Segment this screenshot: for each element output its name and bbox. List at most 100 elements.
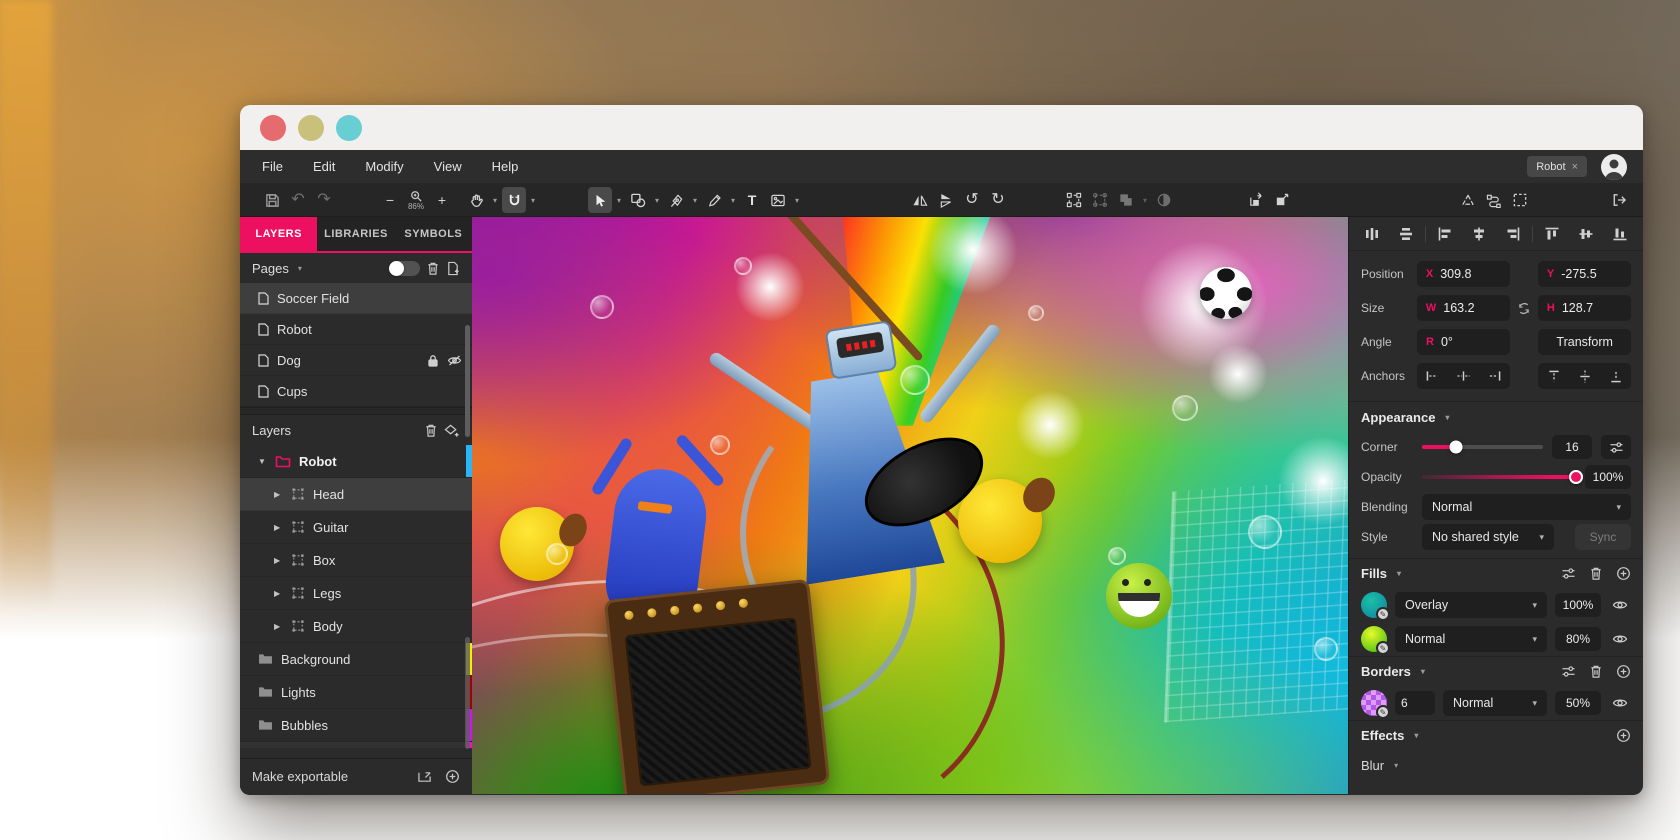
- fill-color-swatch[interactable]: ✎: [1361, 592, 1387, 618]
- export-button[interactable]: [1607, 187, 1631, 213]
- triangle-right-icon[interactable]: ▶: [274, 589, 283, 598]
- size-height-field[interactable]: H 128.7: [1538, 295, 1631, 321]
- border-opacity-value[interactable]: 50%: [1555, 691, 1601, 715]
- page-item[interactable]: Soccer Field: [240, 283, 472, 314]
- sync-button[interactable]: Sync: [1575, 524, 1631, 550]
- pencil-tool-button[interactable]: [702, 187, 726, 213]
- plus-circle-icon[interactable]: [1616, 664, 1631, 679]
- pages-title[interactable]: Pages: [252, 261, 289, 276]
- sliders-icon[interactable]: [1561, 567, 1576, 580]
- layer-item-group[interactable]: ▶ Guitar: [240, 511, 472, 544]
- opacity-slider[interactable]: [1422, 475, 1576, 479]
- distribute-horizontal-button[interactable]: [1355, 221, 1389, 247]
- flip-horizontal-button[interactable]: [908, 187, 932, 213]
- triangle-down-icon[interactable]: ▼: [258, 457, 267, 466]
- anchor-right-icon[interactable]: [1487, 370, 1502, 382]
- align-center-horizontal-button[interactable]: [1462, 221, 1496, 247]
- hand-tool-button[interactable]: [464, 187, 488, 213]
- angle-field[interactable]: R 0°: [1417, 329, 1510, 355]
- fill-visibility-toggle[interactable]: [1609, 633, 1631, 645]
- zoom-out-button[interactable]: −: [378, 187, 402, 213]
- menu-modify[interactable]: Modify: [365, 159, 403, 174]
- transform-button[interactable]: Transform: [1538, 329, 1631, 355]
- fill-opacity-value[interactable]: 80%: [1555, 627, 1601, 651]
- layer-item-group[interactable]: ▶ Head: [240, 478, 472, 511]
- chevron-down-icon[interactable]: ▾: [1140, 196, 1150, 205]
- layer-item-group[interactable]: ▶ Body: [240, 610, 472, 643]
- tab-symbols[interactable]: SYMBOLS: [395, 217, 472, 251]
- independent-corners-button[interactable]: [1601, 435, 1631, 459]
- plus-circle-icon[interactable]: [445, 769, 460, 784]
- close-window-button[interactable]: [260, 115, 286, 141]
- fill-visibility-toggle[interactable]: [1609, 599, 1631, 611]
- pages-toggle[interactable]: [390, 261, 420, 276]
- rotate-cw-button[interactable]: ↻: [986, 187, 1010, 213]
- chevron-down-icon[interactable]: ▾: [792, 196, 802, 205]
- undo-button[interactable]: ↶: [286, 187, 310, 213]
- pen-tool-button[interactable]: [664, 187, 688, 213]
- trash-icon[interactable]: [1589, 664, 1603, 679]
- select-tool-button[interactable]: [588, 187, 612, 213]
- chevron-down-icon[interactable]: ▾: [728, 196, 738, 205]
- align-left-button[interactable]: [1428, 221, 1462, 247]
- eye-off-icon[interactable]: [447, 354, 462, 367]
- align-middle-vertical-button[interactable]: [1569, 221, 1603, 247]
- tab-layers[interactable]: LAYERS: [240, 217, 317, 251]
- blending-dropdown[interactable]: Normal ▾: [1422, 494, 1631, 520]
- redo-button[interactable]: ↷: [312, 187, 336, 213]
- rotate-ccw-button[interactable]: ↺: [960, 187, 984, 213]
- chevron-down-icon[interactable]: ▾: [614, 196, 624, 205]
- menu-edit[interactable]: Edit: [313, 159, 335, 174]
- detach-component-button[interactable]: [1270, 187, 1294, 213]
- menu-view[interactable]: View: [434, 159, 462, 174]
- layer-item-group[interactable]: ▶ Legs: [240, 577, 472, 610]
- minimize-window-button[interactable]: [298, 115, 324, 141]
- page-item[interactable]: Robot: [240, 314, 472, 345]
- borders-header[interactable]: Borders ▾: [1349, 656, 1643, 686]
- page-item[interactable]: Dog: [240, 345, 472, 376]
- anchor-top-icon[interactable]: [1548, 369, 1560, 384]
- fill-color-swatch[interactable]: ✎: [1361, 626, 1387, 652]
- tab-libraries[interactable]: LIBRARIES: [317, 217, 394, 251]
- align-top-button[interactable]: [1535, 221, 1569, 247]
- anchor-center-icon[interactable]: [1456, 370, 1471, 382]
- zoom-in-button[interactable]: +: [430, 187, 454, 213]
- snap-tool-button[interactable]: [502, 187, 526, 213]
- close-tab-icon[interactable]: ×: [1572, 161, 1578, 173]
- slice-button[interactable]: [1508, 187, 1532, 213]
- fill-blend-dropdown[interactable]: Overlay ▾: [1395, 592, 1547, 618]
- corner-value[interactable]: 16: [1552, 435, 1592, 459]
- sliders-icon[interactable]: [1561, 665, 1576, 678]
- corner-slider[interactable]: [1422, 445, 1543, 449]
- document-tab[interactable]: Robot ×: [1527, 156, 1587, 177]
- style-dropdown[interactable]: No shared style ▾: [1422, 524, 1554, 550]
- ungroup-button[interactable]: [1088, 187, 1112, 213]
- border-width-field[interactable]: 6: [1395, 691, 1435, 715]
- triangle-right-icon[interactable]: ▶: [274, 556, 283, 565]
- layer-item-folder[interactable]: ▼ Robot: [240, 445, 472, 478]
- triangle-right-icon[interactable]: ▶: [274, 490, 283, 499]
- layer-item-group[interactable]: ▶ Box: [240, 544, 472, 577]
- chevron-down-icon[interactable]: ▾: [295, 264, 305, 273]
- align-right-button[interactable]: [1496, 221, 1530, 247]
- layer-item-folder[interactable]: Background: [240, 643, 472, 676]
- menu-file[interactable]: File: [262, 159, 283, 174]
- menu-help[interactable]: Help: [492, 159, 519, 174]
- plus-circle-icon[interactable]: [1616, 566, 1631, 581]
- zoom-window-button[interactable]: [336, 115, 362, 141]
- user-avatar[interactable]: [1601, 154, 1627, 180]
- position-y-field[interactable]: Y -275.5: [1538, 261, 1631, 287]
- chevron-down-icon[interactable]: ▾: [652, 196, 662, 205]
- effects-header[interactable]: Effects ▾: [1349, 720, 1643, 750]
- appearance-header[interactable]: Appearance ▾: [1349, 402, 1643, 432]
- border-color-swatch[interactable]: ✎: [1361, 690, 1387, 716]
- chevron-down-icon[interactable]: ▾: [690, 196, 700, 205]
- border-blend-dropdown[interactable]: Normal ▾: [1443, 690, 1547, 716]
- lock-icon[interactable]: [427, 354, 439, 367]
- position-x-field[interactable]: X 309.8: [1417, 261, 1510, 287]
- mask-button[interactable]: [1152, 187, 1176, 213]
- vector-path-button[interactable]: [1482, 187, 1506, 213]
- triangle-right-icon[interactable]: ▶: [274, 523, 283, 532]
- trash-icon[interactable]: [426, 261, 440, 276]
- anchor-left-icon[interactable]: [1425, 370, 1440, 382]
